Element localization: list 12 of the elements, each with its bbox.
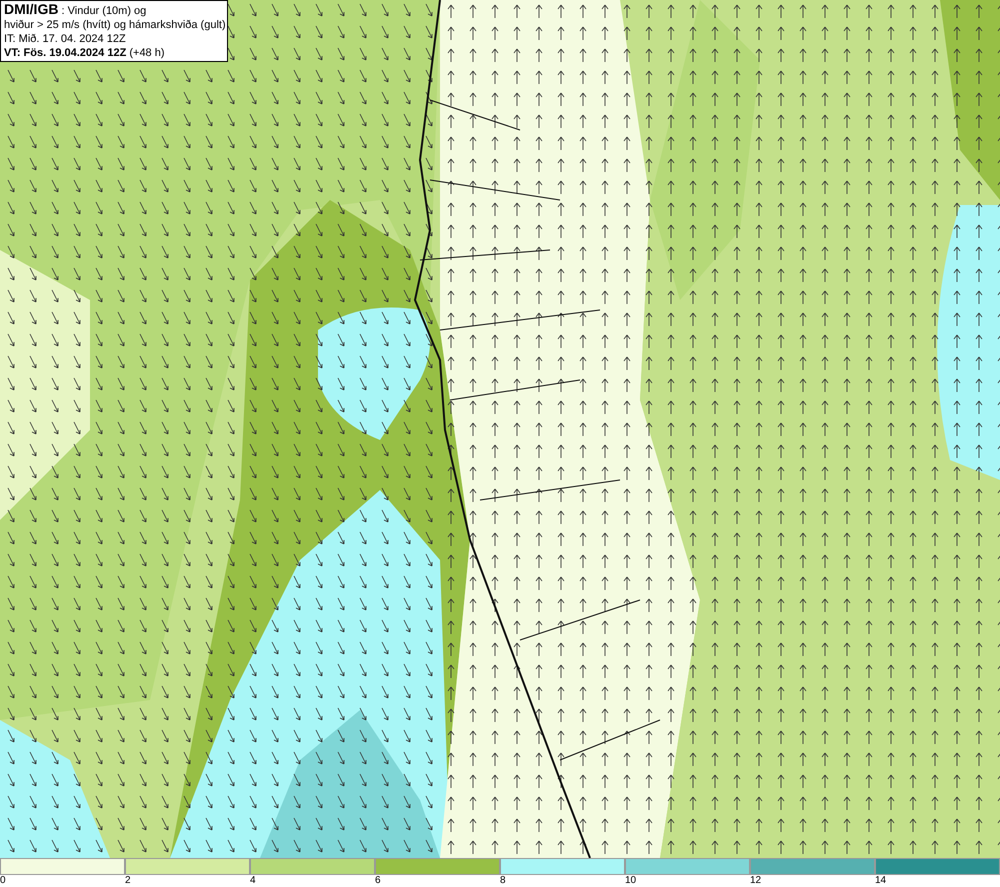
legend-tick-label: 4 — [250, 875, 256, 887]
legend-tick-label: 2 — [125, 875, 131, 887]
legend-tick-label: 12 — [750, 875, 762, 887]
legend-tick-label: 8 — [500, 875, 506, 887]
info-text-line: VT: Fös. 19.04.2024 12Z (+48 h) — [4, 46, 166, 60]
legend-tick-label: 14 — [875, 875, 886, 887]
legend-tick-label: 6 — [375, 875, 381, 887]
legend-tick-label: 0 — [0, 875, 6, 887]
info-text-line: IT: Mið. 17. 04. 2024 12Z — [4, 32, 127, 46]
info-text-line: DMI/IGB : Vindur (10m) og — [4, 2, 148, 18]
info-text-line: hviður > 25 m/s (hvítt) og hámarkshviða (gult) — [4, 18, 224, 32]
legend-tick-label: 10 — [625, 875, 636, 887]
